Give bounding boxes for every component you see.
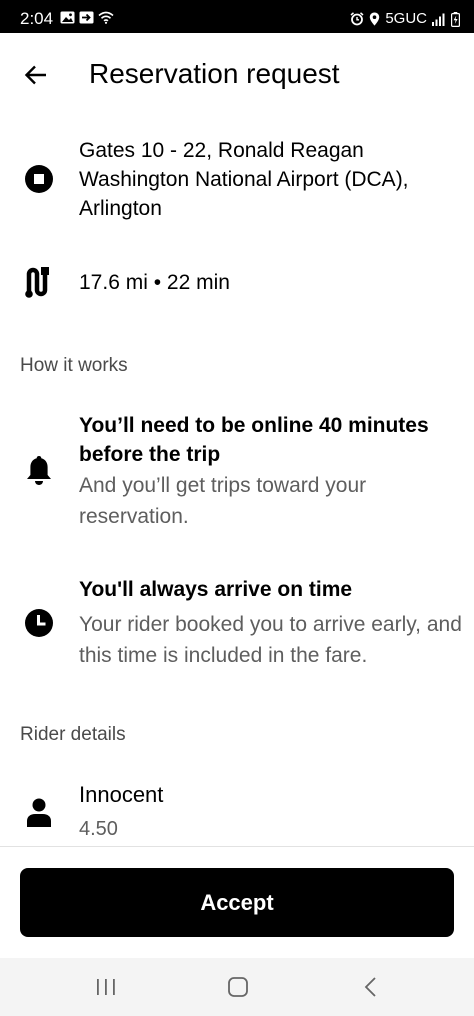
page-title: Reservation request <box>89 58 340 89</box>
bell-icon <box>22 453 56 487</box>
location-icon <box>370 12 380 26</box>
stop-icon <box>22 162 56 196</box>
signal-icon <box>432 13 445 26</box>
online-requirement-title: You’ll need to be online 40 minutes befo… <box>79 414 429 466</box>
battery-charging-icon <box>451 11 460 27</box>
arrow-left-icon <box>24 65 46 85</box>
destination-address: Gates 10 - 22, Ronald Reagan Washington … <box>79 139 409 220</box>
status-bar: 2:04 5GUC <box>0 0 474 33</box>
gallery-notification-icon <box>60 11 75 24</box>
recent-apps-icon <box>97 979 115 995</box>
home-button[interactable] <box>213 971 263 1003</box>
app-header: Reservation request <box>0 33 474 115</box>
status-notification-icons <box>60 11 114 24</box>
wifi-icon <box>98 11 114 24</box>
route-icon <box>22 265 56 299</box>
trip-distance-duration: 17.6 mi • 22 min <box>79 271 230 294</box>
navigation-notification-icon <box>79 11 94 24</box>
person-icon <box>22 795 56 829</box>
rider-rating: 4.50 <box>79 818 118 840</box>
on-time-title: You'll always arrive on time <box>79 578 353 601</box>
network-type-label: 5GUC <box>385 10 427 27</box>
home-icon <box>228 977 248 997</box>
how-it-works-label: How it works <box>20 355 128 376</box>
chevron-left-icon <box>364 977 376 997</box>
system-navigation-bar <box>0 958 474 1016</box>
accept-button[interactable]: Accept <box>20 868 454 937</box>
online-requirement-description: And you’ll get trips toward your reserva… <box>79 474 367 528</box>
rider-name: Innocent <box>79 782 164 807</box>
status-time: 2:04 <box>20 9 54 28</box>
clock-icon <box>22 606 56 640</box>
status-system-icons: 5GUC <box>350 9 460 29</box>
recent-apps-button[interactable] <box>81 971 131 1003</box>
back-button[interactable] <box>16 55 56 95</box>
on-time-description: Your rider booked you to arrive early, a… <box>79 613 462 667</box>
rider-details-label: Rider details <box>20 724 126 745</box>
action-panel: Accept <box>0 846 474 959</box>
alarm-icon <box>350 12 364 26</box>
system-back-button[interactable] <box>346 971 396 1003</box>
